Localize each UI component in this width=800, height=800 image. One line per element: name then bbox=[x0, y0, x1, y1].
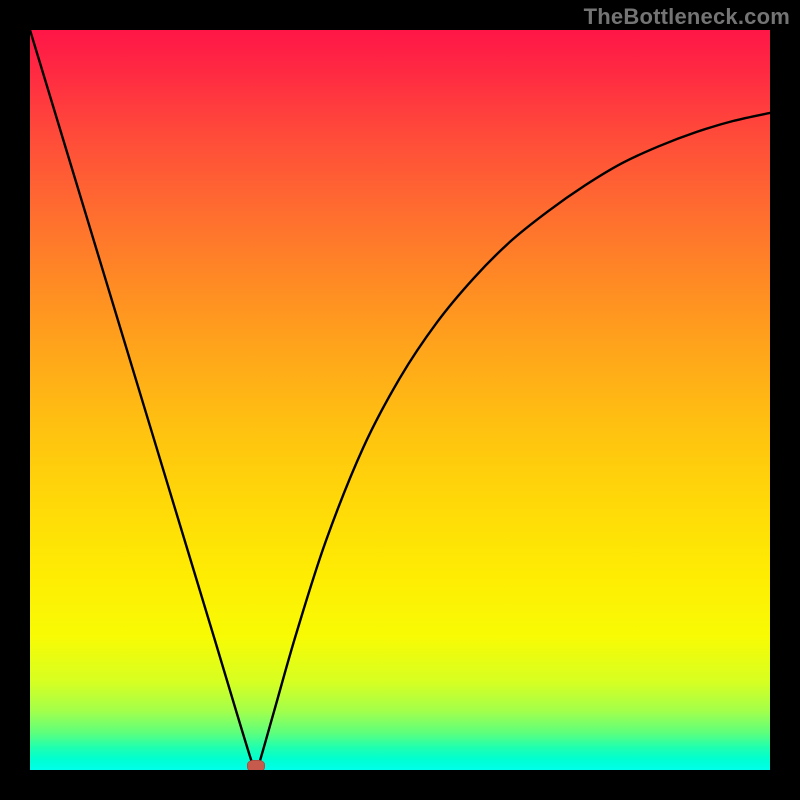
bottleneck-curve-path bbox=[30, 30, 770, 770]
minimum-marker bbox=[247, 760, 265, 770]
watermark-text: TheBottleneck.com bbox=[584, 4, 790, 30]
plot-area bbox=[30, 30, 770, 770]
chart-frame: TheBottleneck.com bbox=[0, 0, 800, 800]
curve-svg bbox=[30, 30, 770, 770]
